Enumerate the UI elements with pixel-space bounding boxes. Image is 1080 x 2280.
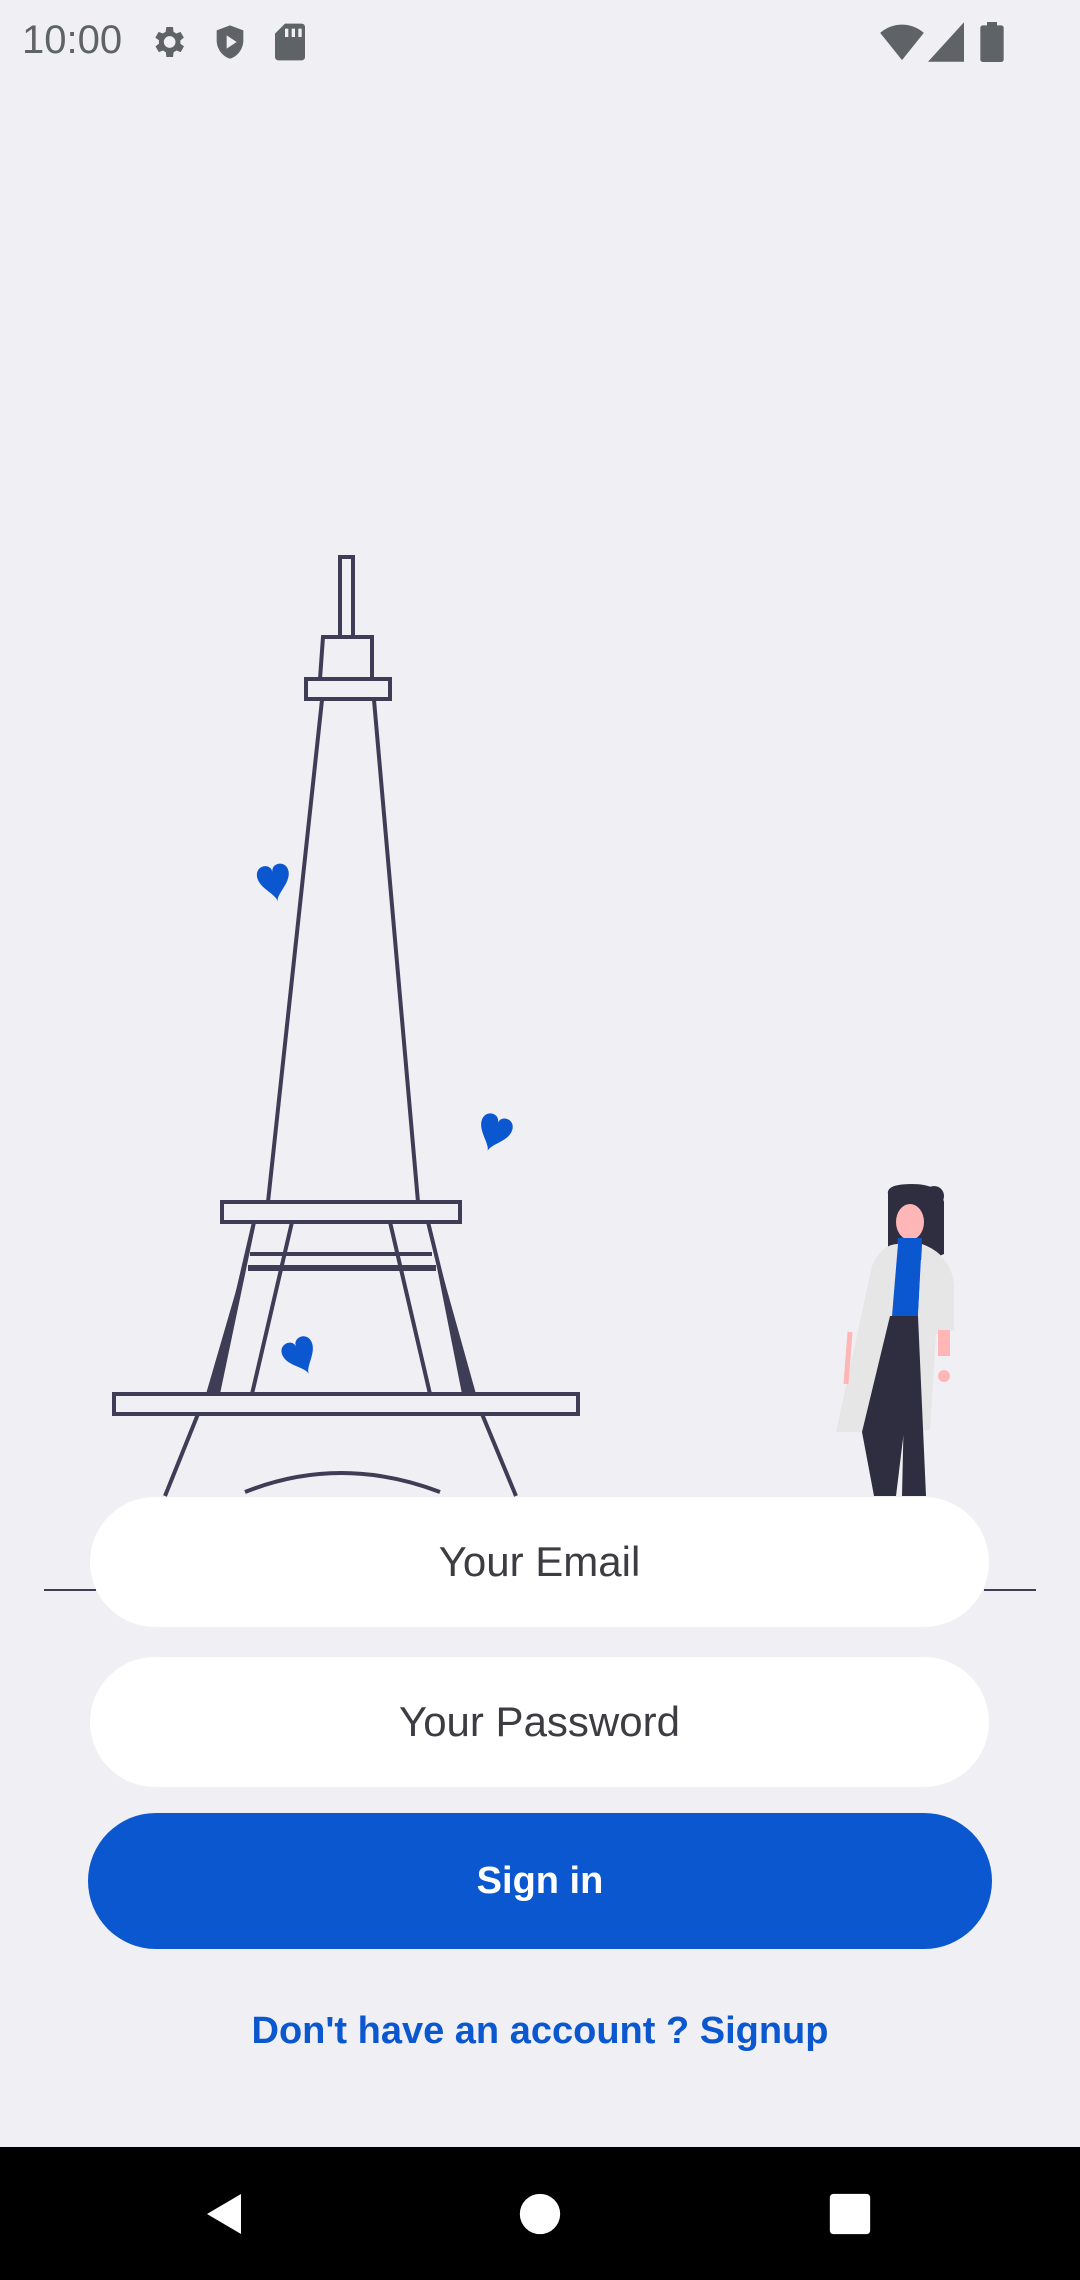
home-button[interactable] — [460, 2147, 620, 2280]
cell-signal-icon — [928, 22, 964, 67]
home-icon — [519, 2193, 561, 2234]
navigation-bar — [0, 2147, 1080, 2280]
back-button[interactable] — [145, 2147, 305, 2280]
status-bar: 10:00 — [0, 0, 1080, 84]
woman-figure — [836, 1184, 954, 1496]
wifi-icon — [880, 22, 924, 67]
recents-icon — [829, 2193, 871, 2234]
back-icon — [207, 2193, 241, 2234]
heart-icon — [257, 863, 289, 902]
battery-icon — [980, 22, 1004, 67]
password-field[interactable]: Your Password — [90, 1657, 989, 1787]
signup-link[interactable]: Don't have an account ? Signup — [0, 2010, 1080, 2053]
signin-button[interactable]: Sign in — [88, 1813, 992, 1949]
password-placeholder: Your Password — [399, 1698, 680, 1745]
signin-label: Sign in — [476, 1859, 604, 1902]
tower-leg-shade-left — [206, 1222, 256, 1394]
heart-icon — [281, 1336, 313, 1375]
shield-icon — [210, 22, 250, 67]
recents-button[interactable] — [770, 2147, 930, 2280]
gear-icon — [148, 22, 188, 67]
sd-card-icon — [272, 22, 308, 67]
email-field[interactable]: Your Email — [90, 1497, 989, 1627]
email-placeholder: Your Email — [438, 1538, 641, 1585]
status-time: 10:00 — [22, 18, 123, 62]
heart-icon — [481, 1113, 513, 1152]
eiffel-tower-illustration — [44, 555, 1036, 1591]
tower-leg-shade-right — [428, 1222, 476, 1394]
